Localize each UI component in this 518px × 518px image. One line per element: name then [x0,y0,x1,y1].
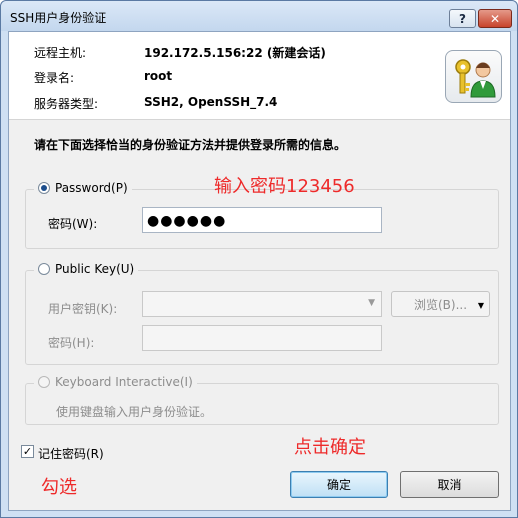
login-name-label: 登录名: [34,71,75,85]
server-type-value: SSH2, OpenSSH_7.4 [144,95,278,109]
password-input[interactable]: ●●●●●● [142,207,382,233]
checkmark-icon: ✓ [22,445,33,458]
connection-info-panel: 远程主机: 192.172.5.156:22 (新建会话) 登录名: root … [9,32,510,120]
keyboard-interactive-radio[interactable]: Keyboard Interactive(I) [34,375,197,389]
login-name-value: root [144,69,173,83]
passphrase-label: 密码(H): [48,336,95,350]
password-group: Password(P) 密码(W): ●●●●●● [25,181,499,249]
close-button[interactable]: ✕ [478,9,512,28]
browse-button[interactable]: 浏览(B)... ▼ [391,291,490,317]
annotation-click-ok: 点击确定 [294,437,366,458]
cancel-button[interactable]: 取消 [400,471,499,498]
remote-host-value: 192.172.5.156:22 (新建会话) [144,46,326,60]
keyboard-interactive-radio-label: Keyboard Interactive(I) [55,375,193,389]
public-key-radio-label: Public Key(U) [55,262,135,276]
keyboard-interactive-description: 使用键盘输入用户身份验证。 [56,405,213,419]
password-radio-icon[interactable] [38,182,50,194]
dialog-body: 远程主机: 192.172.5.156:22 (新建会话) 登录名: root … [8,31,511,511]
instruction-text: 请在下面选择恰当的身份验证方法并提供登录所需的信息。 [34,138,347,152]
password-radio-label: Password(P) [55,181,128,195]
user-key-select[interactable]: ▼ [142,291,382,317]
annotation-enter-password: 输入密码123456 [214,176,355,197]
keyboard-interactive-radio-icon[interactable] [38,376,50,388]
chevron-down-icon: ▼ [368,298,375,308]
ok-button[interactable]: 确定 [290,471,388,498]
public-key-radio[interactable]: Public Key(U) [34,262,139,276]
key-user-icon [445,50,502,103]
annotation-check: 勾选 [41,477,77,498]
window-title: SSH用户身份验证 [10,11,107,25]
public-key-group: Public Key(U) 用户密钥(K): ▼ 浏览(B)... ▼ 密码(H… [25,262,499,365]
user-key-label: 用户密钥(K): [48,302,118,316]
ssh-auth-dialog: SSH用户身份验证 ? ✕ 远程主机: 192.172.5.156:22 (新建… [0,0,518,518]
dropdown-arrow-icon: ▼ [477,301,484,310]
password-masked-value: ●●●●●● [147,213,227,229]
public-key-radio-icon[interactable] [38,263,50,275]
password-field-label: 密码(W): [48,217,98,231]
browse-button-label: 浏览(B)... [413,297,468,312]
keyboard-interactive-group: Keyboard Interactive(I) 使用键盘输入用户身份验证。 [25,375,499,425]
remember-password-checkbox[interactable]: ✓ [21,445,34,458]
remember-password-label[interactable]: 记住密码(R) [38,445,104,462]
help-button[interactable]: ? [449,9,476,28]
passphrase-input[interactable] [142,325,382,351]
server-type-label: 服务器类型: [34,97,99,111]
remote-host-label: 远程主机: [34,46,87,60]
password-radio[interactable]: Password(P) [34,181,132,195]
title-bar: SSH用户身份验证 ? ✕ [1,1,517,31]
